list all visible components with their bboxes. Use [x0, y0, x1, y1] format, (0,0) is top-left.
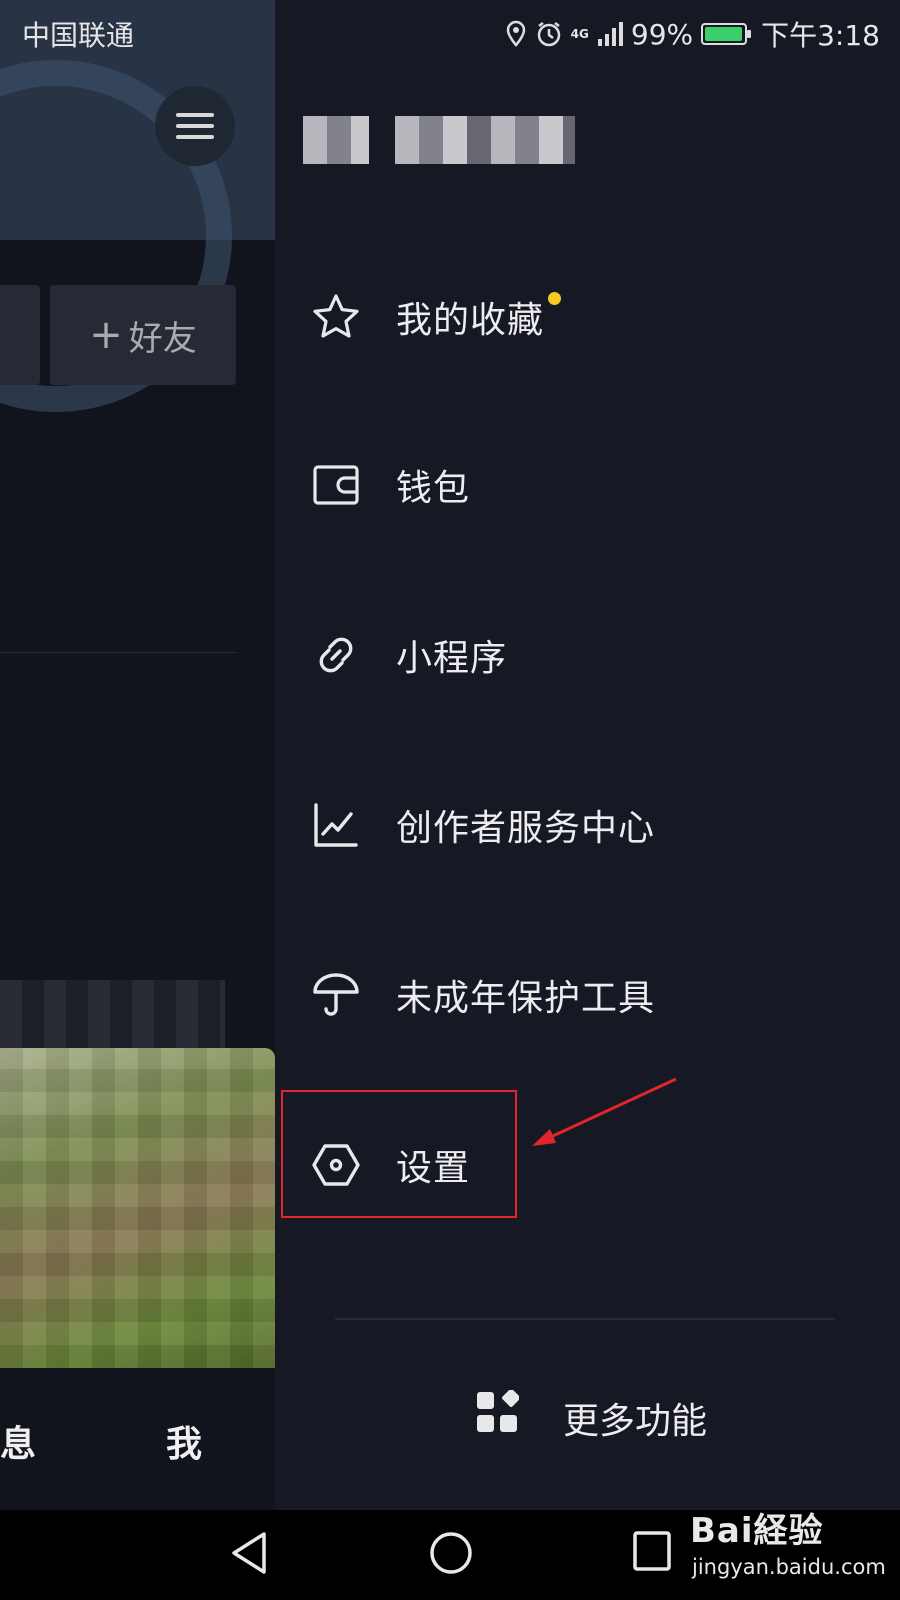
add-friend-label: 好友 — [128, 318, 197, 359]
watermark-brand: Bai経验 — [690, 1511, 824, 1551]
wallet-icon — [311, 460, 361, 510]
add-friend-button[interactable]: + 好友 — [50, 285, 236, 385]
drawer-label-wallet: 钱包 — [396, 468, 471, 509]
clock: 下午3:18 — [761, 19, 880, 52]
plus-icon: + — [89, 312, 123, 358]
settings-highlight-box — [281, 1090, 517, 1218]
drawer-item-mini-programs[interactable]: 小程序 — [275, 600, 900, 710]
baidu-jingyan-watermark: Bai経验 jingyan.baidu.com — [690, 1503, 886, 1579]
tab-me[interactable]: 我 — [166, 1415, 202, 1467]
divider — [335, 1318, 835, 1320]
alarm-icon — [537, 22, 560, 47]
apps-grid-icon — [477, 1390, 519, 1432]
drawer-label-mini-programs: 小程序 — [396, 638, 508, 679]
star-icon — [311, 292, 361, 342]
watermark-site: jingyan.baidu.com — [692, 1555, 886, 1579]
umbrella-icon — [311, 970, 361, 1020]
profile-page-behind: + 好友 消息 我 — [0, 0, 275, 1510]
location-icon — [506, 20, 525, 47]
tab-messages[interactable]: 消息 — [0, 1415, 36, 1467]
link-icon — [311, 630, 361, 680]
video-thumbnail[interactable] — [0, 1048, 275, 1368]
blurred-avatar — [303, 116, 369, 164]
edit-profile-button[interactable] — [0, 285, 40, 385]
drawer-item-wallet[interactable]: 钱包 — [275, 430, 900, 540]
drawer-label-favorites: 我的收藏 — [396, 300, 545, 341]
drawer-item-minor-protection[interactable]: 未成年保护工具 — [275, 940, 900, 1050]
more-features-label: 更多功能 — [563, 1401, 708, 1442]
network-type: 4G — [570, 27, 589, 41]
blurred-content — [0, 980, 225, 1050]
battery-icon — [701, 23, 752, 45]
more-features-button[interactable]: 更多功能 — [275, 1370, 900, 1460]
drawer-item-creator-center[interactable]: 创作者服务中心 — [275, 770, 900, 880]
drawer-item-favorites[interactable]: 我的收藏 — [275, 262, 900, 372]
divider — [0, 652, 237, 653]
notification-dot — [548, 292, 561, 305]
red-arrow-annotation — [532, 1077, 677, 1146]
drawer-label-creator-center: 创作者服务中心 — [396, 808, 656, 849]
signal-icon — [597, 22, 623, 46]
carrier-name: 中国联通 — [22, 19, 135, 52]
blurred-username — [395, 116, 575, 164]
drawer-label-minor-protection: 未成年保护工具 — [396, 978, 656, 1019]
hamburger-icon — [176, 113, 214, 139]
home-icon[interactable] — [428, 1530, 474, 1576]
chart-icon — [311, 800, 361, 850]
menu-button[interactable] — [155, 86, 235, 166]
status-bar: 中国联通 4G 99% 下午3:18 — [0, 0, 900, 64]
recents-icon[interactable] — [632, 1530, 672, 1572]
battery-percent: 99% — [630, 17, 694, 51]
back-icon[interactable] — [228, 1530, 270, 1576]
side-drawer: 我的收藏 钱包 小程序 创作者服务中心 未成年保护工具 设置 更多功能 — [275, 0, 900, 1510]
